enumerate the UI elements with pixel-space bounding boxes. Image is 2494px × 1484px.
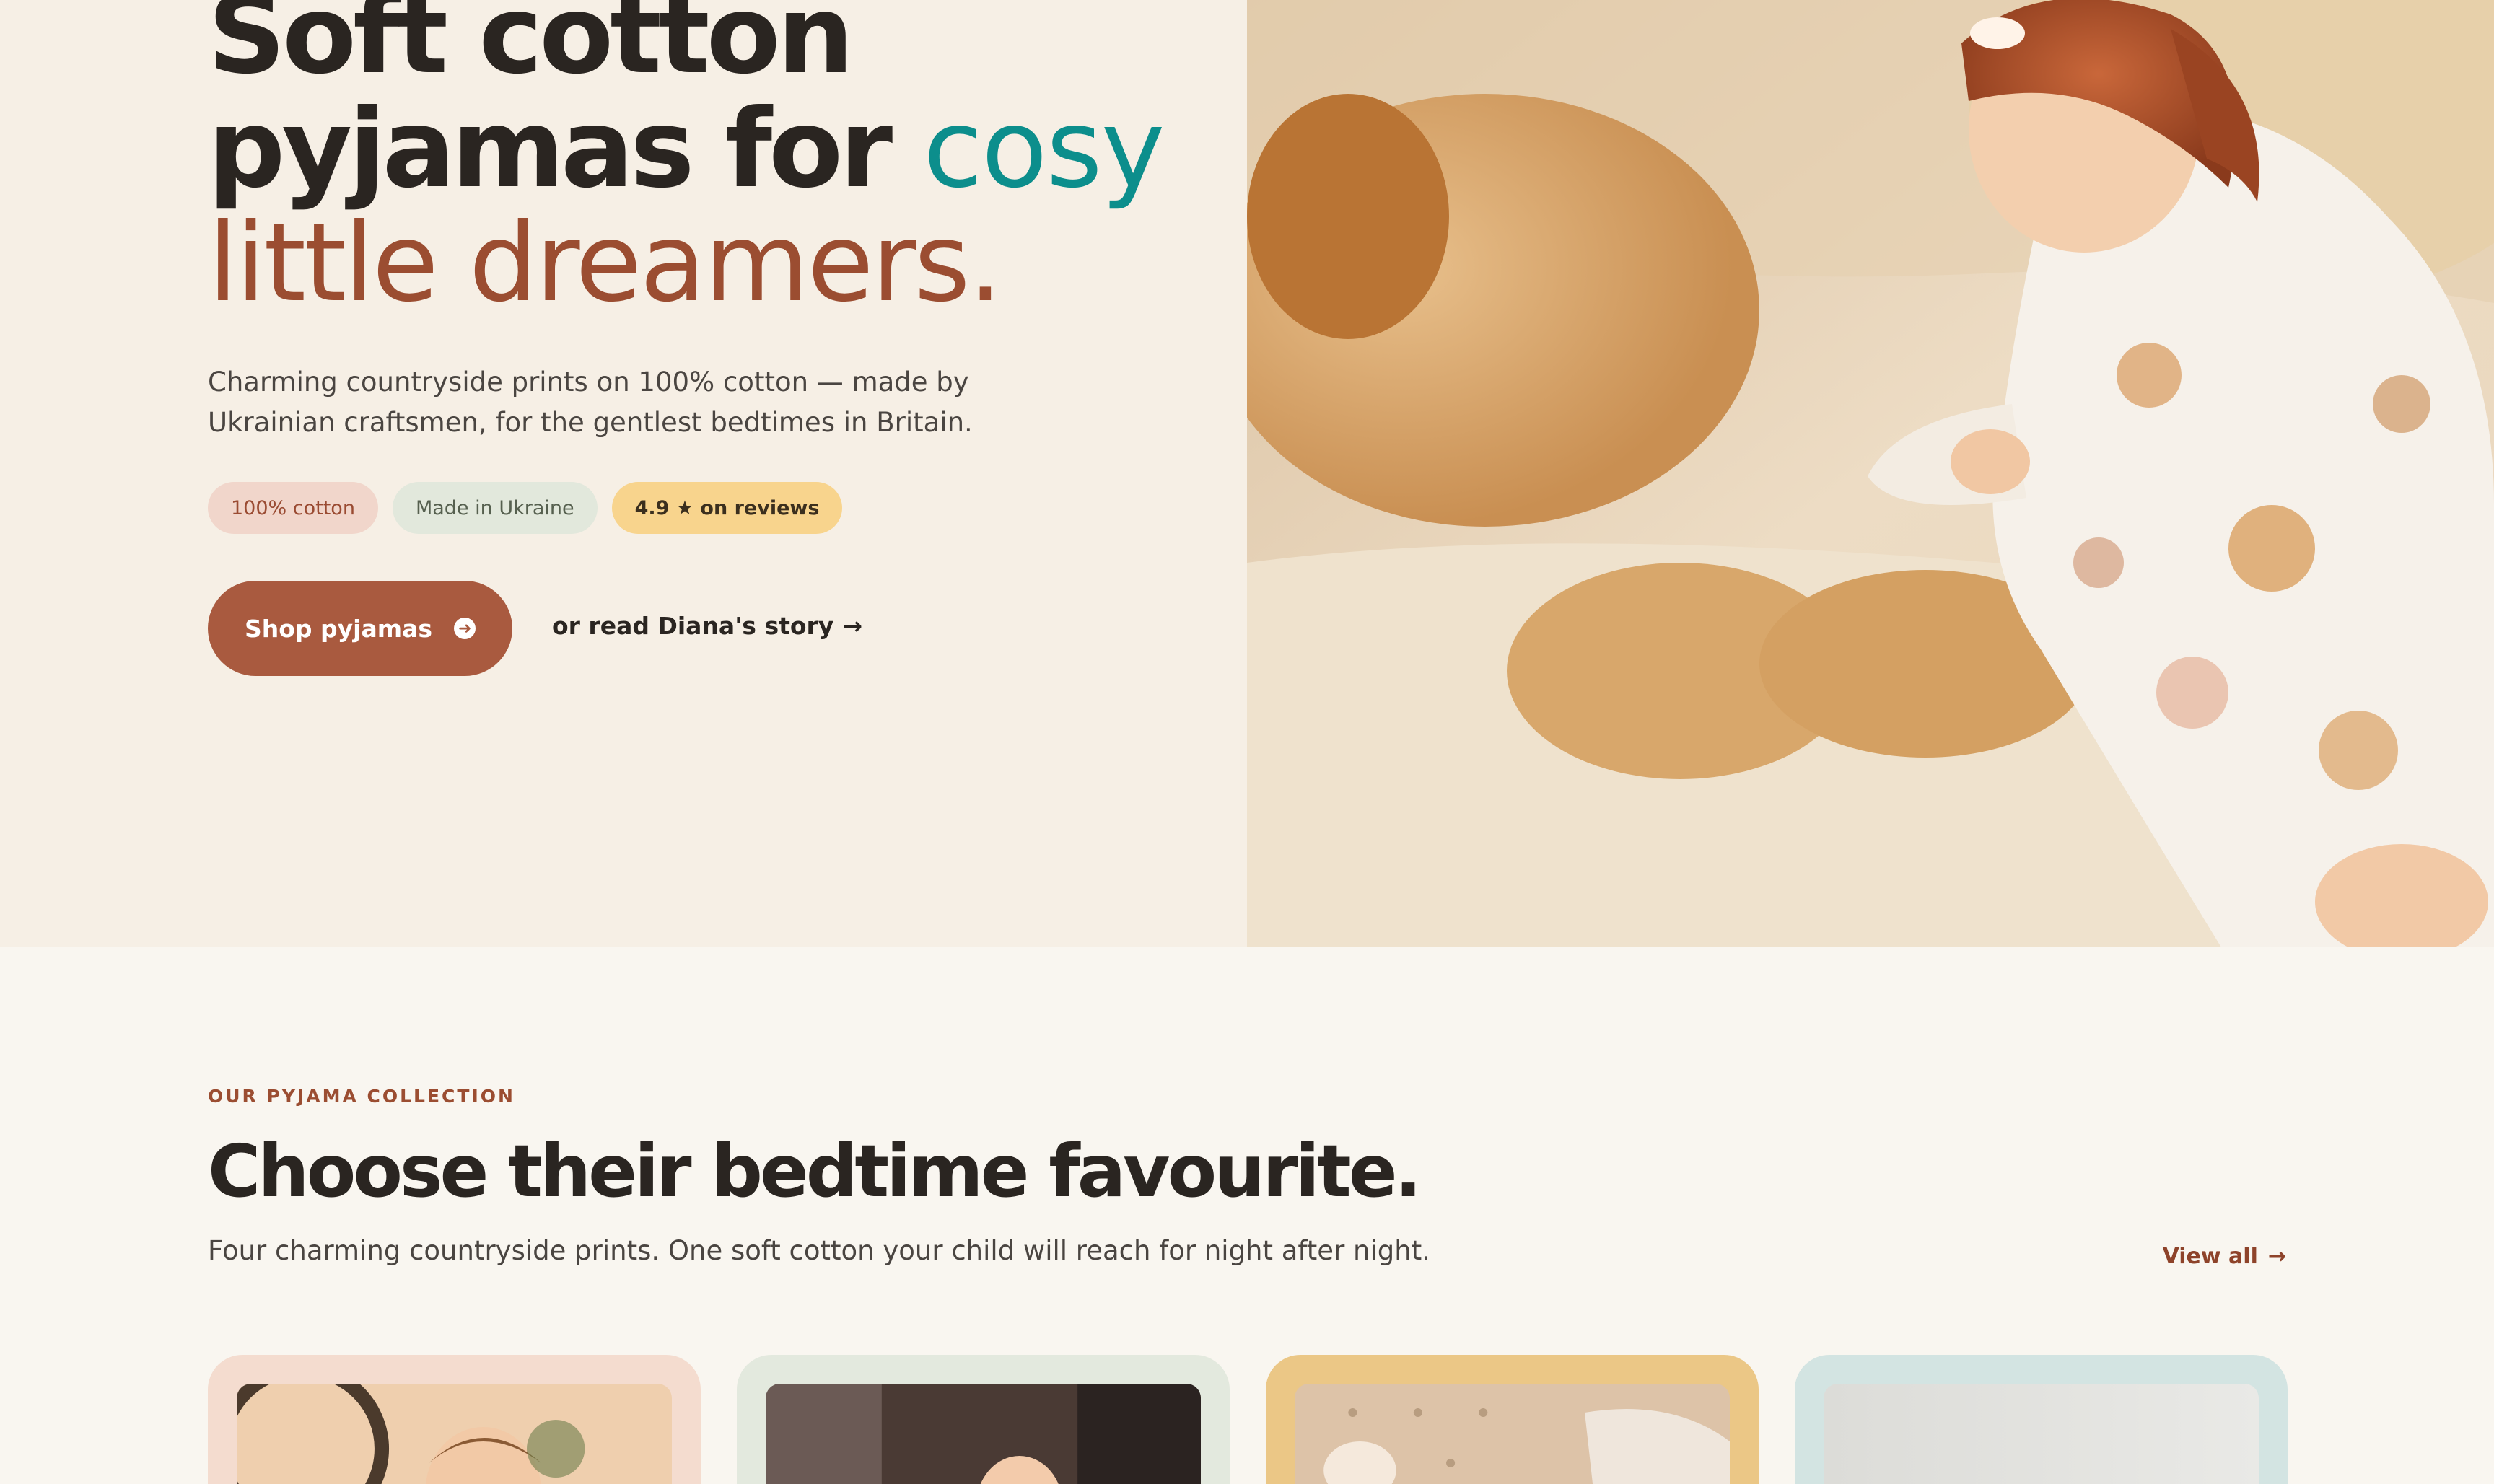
arrow-right-icon: → — [842, 612, 862, 640]
headline-line-3: little dreamers. — [208, 201, 1002, 326]
product-card[interactable] — [1795, 1355, 2288, 1484]
collection-eyebrow: OUR PYJAMA COLLECTION — [208, 1086, 515, 1107]
product-image — [237, 1384, 672, 1484]
read-story-label: or read Diana's story — [552, 612, 834, 640]
product-card[interactable] — [208, 1355, 701, 1484]
hero-subtitle: Charming countryside prints on 100% cott… — [208, 366, 973, 438]
view-all-label: View all — [2162, 1244, 2258, 1269]
product-image — [1824, 1384, 2259, 1484]
view-all-link[interactable]: View all → — [2163, 1244, 2286, 1269]
hero-text-column: Soft cotton pyjamas for cosy little drea… — [0, 0, 1247, 947]
product-image — [766, 1384, 1201, 1484]
shop-pyjamas-button[interactable]: Shop pyjamas ➜ — [208, 581, 512, 676]
headline-line-1: Soft cotton — [208, 0, 854, 98]
product-cards — [208, 1355, 2288, 1484]
hero-section: Soft cotton pyjamas for cosy little drea… — [0, 0, 2494, 947]
collection-subtitle: Four charming countryside prints. One so… — [208, 1235, 1430, 1266]
headline-accent-cosy: cosy — [923, 87, 1165, 212]
arrow-right-icon: → — [2267, 1244, 2286, 1269]
product-image — [1295, 1384, 1730, 1484]
shop-pyjamas-label: Shop pyjamas — [244, 614, 433, 643]
badge-made-in-ukraine: Made in Ukraine — [392, 482, 598, 534]
hero-badges: 100% cotton Made in Ukraine 4.9 ★ on rev… — [208, 482, 843, 534]
hero-image-child-sleeping-with-dog — [1247, 0, 2494, 947]
hero-headline: Soft cotton pyjamas for cosy little drea… — [208, 0, 1218, 320]
product-card[interactable] — [737, 1355, 1230, 1484]
badge-cotton: 100% cotton — [208, 482, 378, 534]
arrow-right-icon: ➜ — [454, 618, 476, 639]
collection-title: Choose their bedtime favourite. — [208, 1129, 1422, 1213]
read-story-link[interactable]: or read Diana's story → — [552, 612, 862, 640]
badge-reviews: 4.9 ★ on reviews — [611, 482, 843, 534]
product-card[interactable] — [1266, 1355, 1759, 1484]
headline-line-2a: pyjamas for — [208, 87, 924, 212]
